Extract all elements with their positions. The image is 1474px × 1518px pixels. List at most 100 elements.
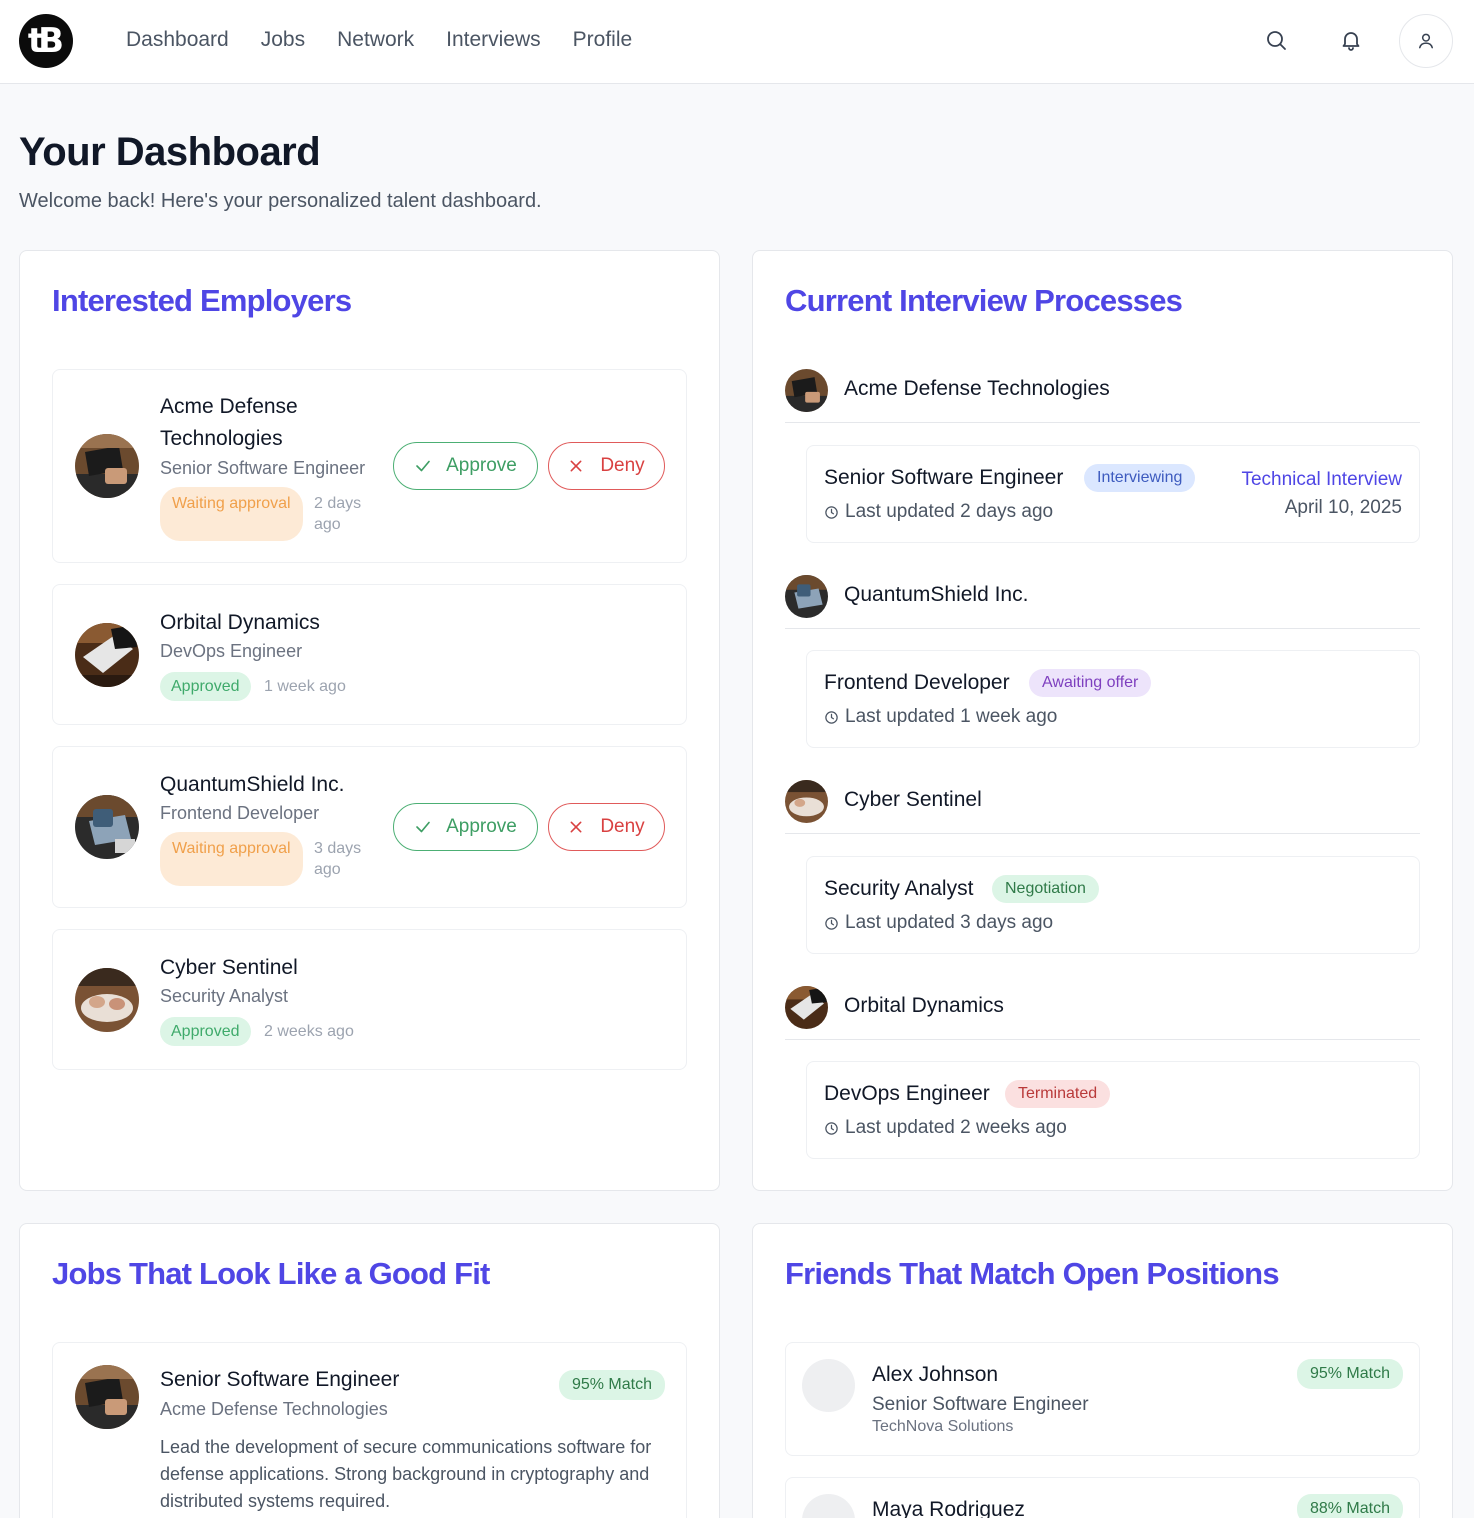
- page-subtitle: Welcome back! Here's your personalized t…: [19, 190, 542, 212]
- good-fit-jobs-card: Jobs That Look Like a Good Fit Senior So…: [19, 1223, 720, 1518]
- employer-photo: [75, 623, 139, 687]
- approve-button[interactable]: Approve: [393, 803, 538, 851]
- friend-name: Maya Rodriguez: [872, 1498, 1025, 1518]
- clock-icon: [825, 916, 838, 930]
- process-item[interactable]: Frontend Developer Awaiting offer Last u…: [806, 650, 1420, 748]
- card-title: Current Interview Processes: [785, 283, 1183, 318]
- company-name: Orbital Dynamics: [844, 994, 1004, 1017]
- company-photo: [785, 780, 828, 823]
- employer-role: Security Analyst: [160, 986, 289, 1006]
- next-step-date: April 10, 2025: [1284, 497, 1402, 518]
- next-step[interactable]: Technical Interview: [1241, 469, 1402, 491]
- process-company-header: Cyber Sentinel: [785, 780, 1420, 834]
- check-icon: [416, 460, 430, 472]
- employer-name: Acme Defense Technologies: [160, 395, 298, 450]
- employer-item: QuantumShield Inc. Frontend Developer Wa…: [52, 746, 687, 908]
- last-updated-text: Last updated 3 days ago: [845, 912, 1054, 933]
- top-nav: tB Dashboard Jobs Network Interviews Pro…: [0, 0, 1474, 84]
- status-badge: Interviewing: [1084, 464, 1196, 492]
- process-role: DevOps Engineer: [824, 1082, 990, 1105]
- friend-item[interactable]: Maya Rodriguez 88% Match: [785, 1477, 1420, 1518]
- company-name: Acme Defense Technologies: [844, 377, 1110, 400]
- job-company: Acme Defense Technologies: [160, 1399, 388, 1419]
- status-badge: Approved: [160, 1017, 251, 1046]
- clock-icon: [825, 710, 838, 724]
- time-ago: 1 week ago: [264, 678, 346, 695]
- friend-company: TechNova Solutions: [872, 1418, 1014, 1435]
- search-icon[interactable]: [1264, 28, 1288, 52]
- match-badge: 88% Match: [1296, 1494, 1403, 1518]
- last-updated-text: Last updated 1 week ago: [845, 706, 1058, 727]
- card-title: Friends That Match Open Positions: [785, 1256, 1280, 1291]
- clock-icon: [825, 505, 838, 519]
- employer-name: Orbital Dynamics: [160, 611, 320, 634]
- deny-label: Deny: [600, 816, 645, 837]
- last-updated: Last updated 2 weeks ago: [824, 1117, 1067, 1139]
- friend-name: Alex Johnson: [872, 1363, 999, 1386]
- time-ago: 2 weeks ago: [264, 1023, 354, 1040]
- last-updated-text: Last updated 2 weeks ago: [845, 1117, 1067, 1138]
- employer-name: Cyber Sentinel: [160, 956, 298, 979]
- last-updated: Last updated 2 days ago: [824, 501, 1053, 523]
- interested-employers-card: Interested Employers Acme Defense Techno…: [19, 250, 720, 1191]
- status-badge: Negotiation: [992, 875, 1099, 903]
- employer-role: Senior Software Engineer: [160, 458, 366, 478]
- bell-icon[interactable]: [1339, 28, 1363, 52]
- friend-role: Senior Software Engineer: [872, 1394, 1089, 1415]
- company-name: Cyber Sentinel: [844, 788, 982, 811]
- nav-link-network[interactable]: Network: [337, 28, 414, 52]
- interview-processes-card: Current Interview Processes Acme Defense…: [752, 250, 1453, 1191]
- deny-button[interactable]: Deny: [548, 442, 665, 490]
- process-role: Security Analyst: [824, 877, 974, 900]
- deny-label: Deny: [600, 455, 645, 476]
- employer-photo: [75, 795, 139, 859]
- process-item[interactable]: DevOps Engineer Terminated Last updated …: [806, 1061, 1420, 1159]
- close-icon: [570, 460, 582, 472]
- deny-button[interactable]: Deny: [548, 803, 665, 851]
- avatar: [802, 1359, 855, 1412]
- company-photo: [785, 369, 828, 412]
- status-badge: Waiting approval: [160, 487, 303, 541]
- avatar: [802, 1494, 855, 1518]
- process-role: Frontend Developer: [824, 671, 1010, 694]
- user-icon: [1419, 33, 1433, 49]
- process-company-header: Orbital Dynamics: [785, 986, 1420, 1040]
- status-badge: Terminated: [1005, 1080, 1111, 1108]
- page-title: Your Dashboard: [19, 130, 321, 174]
- match-badge: 95% Match: [558, 1370, 665, 1400]
- status-badge: Waiting approval: [160, 832, 303, 886]
- job-description: Lead the development of secure communica…: [160, 1437, 652, 1511]
- friend-item[interactable]: Alex Johnson Senior Software Engineer Te…: [785, 1342, 1420, 1456]
- company-name: QuantumShield Inc.: [844, 583, 1029, 606]
- process-item[interactable]: Security Analyst Negotiation Last update…: [806, 856, 1420, 954]
- employer-item: Orbital Dynamics DevOps Engineer Approve…: [52, 584, 687, 725]
- card-title: Interested Employers: [52, 283, 352, 318]
- close-icon: [570, 821, 582, 833]
- company-photo: [785, 986, 828, 1029]
- employer-role: DevOps Engineer: [160, 641, 303, 661]
- approve-label: Approve: [446, 455, 517, 476]
- logo[interactable]: tB: [19, 14, 73, 68]
- process-item[interactable]: Senior Software Engineer Interviewing La…: [806, 445, 1420, 543]
- process-company-header: QuantumShield Inc.: [785, 575, 1420, 629]
- nav-link-interviews[interactable]: Interviews: [446, 28, 541, 52]
- last-updated: Last updated 1 week ago: [824, 706, 1057, 728]
- check-icon: [416, 821, 430, 833]
- employer-photo: [75, 434, 139, 498]
- nav-link-jobs[interactable]: Jobs: [261, 28, 305, 52]
- job-item[interactable]: Senior Software Engineer Acme Defense Te…: [52, 1342, 687, 1518]
- approve-button[interactable]: Approve: [393, 442, 538, 490]
- nav-links: Dashboard Jobs Network Interviews Profil…: [126, 28, 632, 52]
- time-ago: 2 days ago: [314, 495, 362, 533]
- last-updated: Last updated 3 days ago: [824, 912, 1053, 934]
- user-menu-button[interactable]: [1399, 14, 1453, 68]
- employer-role: Frontend Developer: [160, 803, 320, 823]
- process-company-header: Acme Defense Technologies: [785, 369, 1420, 423]
- nav-link-profile[interactable]: Profile: [573, 28, 633, 52]
- nav-link-dashboard[interactable]: Dashboard: [126, 28, 229, 52]
- job-title: Senior Software Engineer: [160, 1368, 400, 1391]
- status-badge: Approved: [160, 672, 251, 701]
- status-badge: Awaiting offer: [1029, 669, 1152, 697]
- company-photo: [785, 575, 828, 618]
- employer-item: Cyber Sentinel Security Analyst Approved…: [52, 929, 687, 1070]
